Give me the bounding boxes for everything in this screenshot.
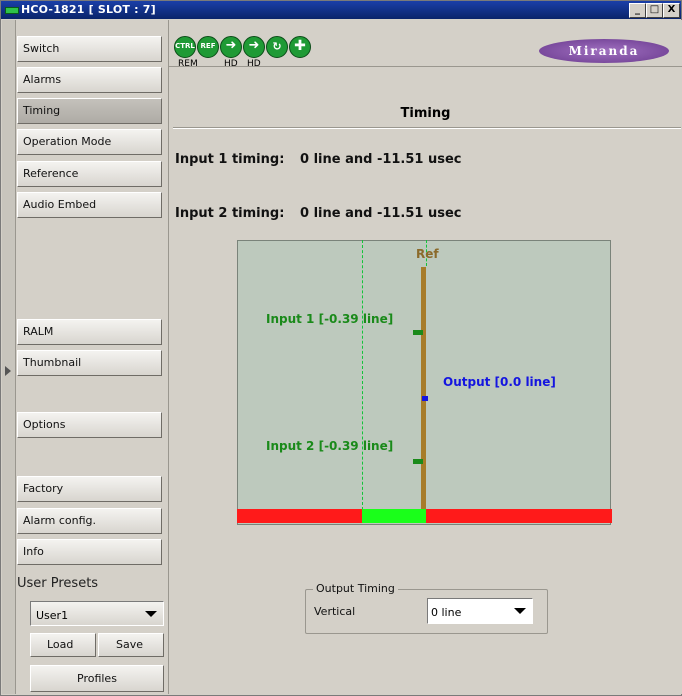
app-window: HCO-1821 [ SLOT : 7] _ □ X Switch Alarms… bbox=[0, 0, 682, 696]
input1-diagram-label: Input 1 [-0.39 line] bbox=[266, 312, 394, 326]
input2-timing-label: Input 2 timing: bbox=[175, 206, 285, 221]
output-diagram-label: Output [0.0 line] bbox=[443, 375, 556, 389]
output-timing-title: Output Timing bbox=[313, 582, 398, 595]
timing-bar-left bbox=[237, 509, 362, 523]
chevron-down-icon bbox=[145, 611, 157, 617]
page-title: Timing bbox=[400, 106, 451, 121]
user-presets-label: User Presets bbox=[17, 576, 99, 591]
title-bar[interactable]: HCO-1821 [ SLOT : 7] _ □ X bbox=[1, 1, 681, 19]
input-dashed-line bbox=[362, 240, 363, 510]
vertical-label: Vertical bbox=[314, 605, 356, 618]
load-button[interactable]: Load bbox=[30, 633, 96, 657]
sidebar-item-reference[interactable]: Reference bbox=[17, 161, 162, 187]
input2-diagram-label: Input 2 [-0.39 line] bbox=[266, 439, 394, 453]
main-panel: CTRL REM REF ➜ HD ➜ HD ↻ ✚ Miranda Timin… bbox=[168, 20, 682, 694]
output-marker bbox=[422, 396, 428, 401]
sidebar-item-switch[interactable]: Switch bbox=[17, 36, 162, 62]
input1-timing-label: Input 1 timing: bbox=[175, 152, 285, 167]
hd-input-1-caption: HD bbox=[224, 59, 238, 69]
sidebar-item-ralm[interactable]: RALM bbox=[17, 319, 162, 345]
input1-marker bbox=[413, 330, 423, 335]
collapse-strip[interactable] bbox=[2, 20, 16, 694]
window-title: HCO-1821 [ SLOT : 7] bbox=[21, 3, 156, 16]
hd-input-2-icon[interactable]: ➜ bbox=[243, 36, 265, 58]
expand-arrow-icon[interactable] bbox=[5, 366, 11, 376]
preset-select-value: User1 bbox=[36, 609, 69, 622]
divider bbox=[173, 127, 681, 129]
sidebar-item-factory[interactable]: Factory bbox=[17, 476, 162, 502]
plus-icon[interactable]: ✚ bbox=[289, 36, 311, 58]
input2-marker bbox=[413, 459, 423, 464]
maximize-button[interactable]: □ bbox=[646, 3, 663, 18]
sidebar-item-info[interactable]: Info bbox=[17, 539, 162, 565]
preset-select[interactable]: User1 bbox=[30, 601, 164, 626]
ctrl-icon[interactable]: CTRL bbox=[174, 36, 196, 58]
sidebar-item-alarms[interactable]: Alarms bbox=[17, 67, 162, 93]
minimize-button[interactable]: _ bbox=[629, 3, 646, 18]
close-button[interactable]: X bbox=[663, 3, 680, 18]
input1-timing-value: 0 line and -11.51 usec bbox=[300, 152, 462, 167]
sidebar-item-audio-embed[interactable]: Audio Embed bbox=[17, 192, 162, 218]
profiles-button[interactable]: Profiles bbox=[30, 665, 164, 692]
hd-input-2-caption: HD bbox=[247, 59, 261, 69]
output-icon[interactable]: ↻ bbox=[266, 36, 288, 58]
status-toolbar: CTRL REM REF ➜ HD ➜ HD ↻ ✚ Miranda bbox=[169, 20, 682, 69]
sidebar-item-operation-mode[interactable]: Operation Mode bbox=[17, 129, 162, 155]
ref-line bbox=[421, 267, 426, 509]
save-button[interactable]: Save bbox=[98, 633, 164, 657]
vertical-select[interactable]: 0 line bbox=[427, 598, 533, 624]
hd-input-1-icon[interactable]: ➜ bbox=[220, 36, 242, 58]
miranda-logo: Miranda bbox=[539, 39, 669, 63]
timing-bar-window bbox=[362, 509, 426, 523]
sidebar-item-alarm-config[interactable]: Alarm config. bbox=[17, 508, 162, 534]
chevron-down-icon bbox=[514, 608, 526, 614]
sidebar-item-thumbnail[interactable]: Thumbnail bbox=[17, 350, 162, 376]
vertical-select-value: 0 line bbox=[431, 606, 462, 619]
ctrl-caption: REM bbox=[178, 59, 198, 69]
ref-label: Ref bbox=[416, 247, 439, 261]
sidebar-item-timing[interactable]: Timing bbox=[17, 98, 162, 124]
timing-bar-right bbox=[426, 509, 612, 523]
ref-icon[interactable]: REF bbox=[197, 36, 219, 58]
sidebar-item-options[interactable]: Options bbox=[17, 412, 162, 438]
app-icon bbox=[5, 7, 19, 14]
input2-timing-value: 0 line and -11.51 usec bbox=[300, 206, 462, 221]
